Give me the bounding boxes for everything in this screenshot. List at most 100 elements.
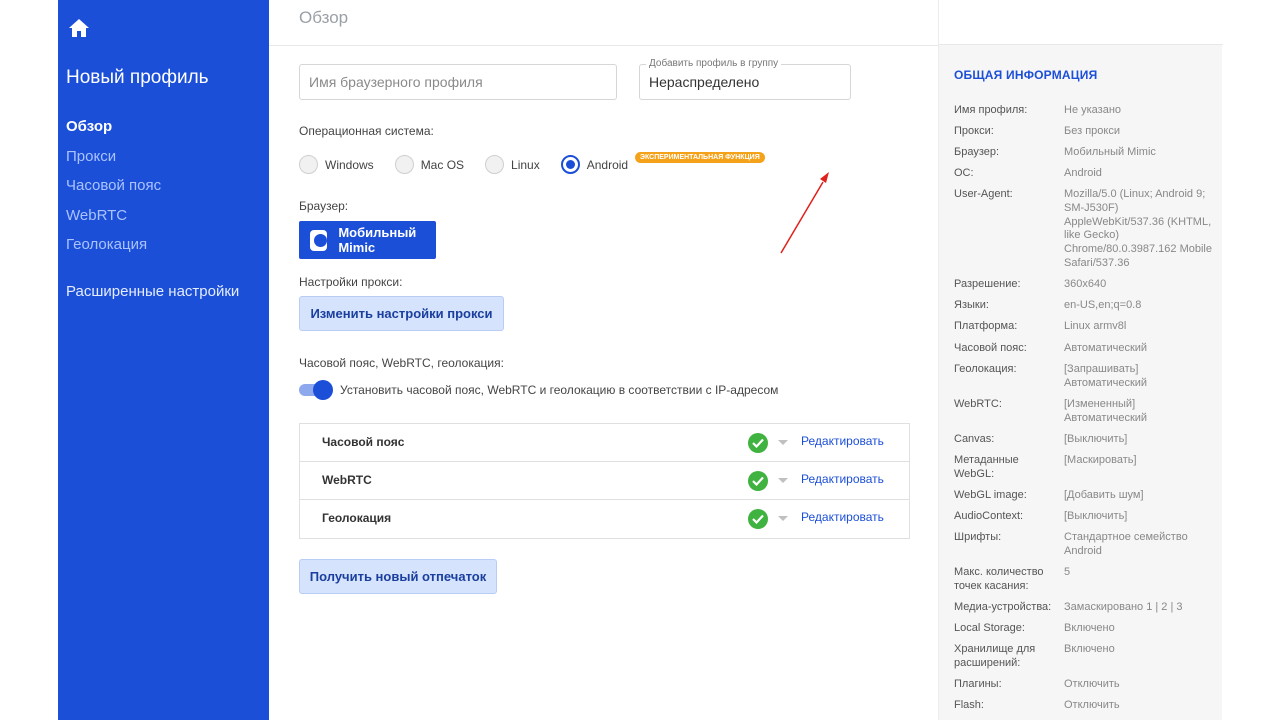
auto-ip-toggle-label: Установить часовой пояс, WebRTC и геолок… bbox=[340, 383, 779, 397]
info-value: 360x640 bbox=[1064, 278, 1107, 290]
radio-circle[interactable] bbox=[485, 155, 505, 174]
info-value: Отключить bbox=[1064, 699, 1120, 711]
radio-circle[interactable] bbox=[394, 155, 414, 174]
info-value: Linux armv8l bbox=[1064, 320, 1127, 332]
sidebar-item-advanced[interactable]: Расширенные настройки bbox=[66, 283, 239, 300]
info-value: [Запрашивать] Автоматический bbox=[1064, 363, 1148, 389]
chevron-down-icon[interactable] bbox=[778, 440, 788, 445]
group-select[interactable]: Добавить профиль в группу bbox=[639, 58, 851, 100]
os-radio-windows[interactable]: Windows bbox=[299, 155, 374, 174]
sidebar: Новый профиль Обзор Прокси Часовой пояс … bbox=[58, 0, 269, 720]
experimental-badge: ЭКСПЕРИМЕНТАЛЬНАЯ ФУНКЦИЯ bbox=[635, 152, 765, 163]
sidebar-title: Новый профиль bbox=[66, 67, 209, 88]
info-value: Стандартное семейство Android bbox=[1064, 531, 1188, 557]
info-value: [Маскировать] bbox=[1064, 454, 1137, 466]
main-panel: Обзор Добавить профиль в группу Операцио… bbox=[269, 0, 1222, 720]
info-key: Flash: bbox=[954, 699, 984, 711]
sidebar-item-timezone[interactable]: Часовой пояс bbox=[66, 176, 161, 206]
radio-label: Windows bbox=[325, 157, 374, 172]
app-window: Новый профиль Обзор Прокси Часовой пояс … bbox=[58, 0, 1223, 720]
info-value: Включено bbox=[1064, 622, 1115, 634]
info-value: Мобильный Mimic bbox=[1064, 146, 1156, 158]
chevron-down-icon[interactable] bbox=[778, 516, 788, 521]
info-key: WebGL image: bbox=[954, 489, 1027, 501]
edit-webrtc-link[interactable]: Редактировать bbox=[801, 472, 884, 486]
info-value: Включено bbox=[1064, 643, 1115, 655]
edit-geolocation-link[interactable]: Редактировать bbox=[801, 510, 884, 524]
table-row: Геолокация Редактировать bbox=[300, 500, 909, 538]
edit-timezone-link[interactable]: Редактировать bbox=[801, 434, 884, 448]
info-panel-header-strip bbox=[939, 0, 1223, 45]
auto-ip-toggle[interactable] bbox=[299, 380, 333, 400]
table-row: WebRTC Редактировать bbox=[300, 462, 909, 500]
info-key: Часовой пояс: bbox=[954, 342, 1027, 354]
check-icon bbox=[748, 433, 768, 453]
sidebar-item-geolocation[interactable]: Геолокация bbox=[66, 235, 161, 265]
group-select-value[interactable] bbox=[640, 65, 850, 99]
info-key: ОС: bbox=[954, 167, 974, 179]
sidebar-item-webrtc[interactable]: WebRTC bbox=[66, 206, 161, 236]
os-radio-android[interactable]: Android bbox=[560, 155, 629, 174]
settings-table: Часовой пояс Редактировать WebRTC Редакт… bbox=[299, 423, 910, 539]
mimic-icon bbox=[310, 229, 328, 251]
proxy-label: Настройки прокси: bbox=[299, 275, 403, 289]
info-key: Хранилище для расширений: bbox=[954, 643, 1036, 669]
info-value: [Выключить] bbox=[1064, 433, 1128, 445]
browser-mimic-button[interactable]: Мобильный Mimic bbox=[299, 221, 436, 259]
row-label: WebRTC bbox=[322, 473, 372, 487]
info-value: [Выключить] bbox=[1064, 510, 1128, 522]
check-icon bbox=[748, 471, 768, 491]
info-key: Разрешение: bbox=[954, 278, 1021, 290]
profile-name-input[interactable] bbox=[300, 65, 616, 99]
edit-proxy-button[interactable]: Изменить настройки прокси bbox=[299, 296, 504, 331]
sidebar-nav: Обзор Прокси Часовой пояс WebRTC Геолока… bbox=[66, 117, 161, 265]
info-key: Метаданные WebGL: bbox=[954, 454, 1019, 480]
info-value: Автоматический bbox=[1064, 342, 1148, 354]
os-label: Операционная система: bbox=[299, 124, 434, 138]
info-key: Платформа: bbox=[954, 320, 1018, 332]
radio-label: Linux bbox=[511, 157, 540, 172]
radio-label: Mac OS bbox=[420, 157, 465, 172]
group-select-label: Добавить профиль в группу bbox=[646, 58, 782, 69]
info-key: User-Agent: bbox=[954, 188, 1013, 200]
radio-circle-checked[interactable] bbox=[560, 155, 580, 174]
info-value: Mozilla/5.0 (Linux; Android 9; SM-J530F)… bbox=[1064, 188, 1212, 269]
radio-circle[interactable] bbox=[299, 155, 318, 174]
os-radio-linux[interactable]: Linux bbox=[485, 155, 540, 174]
info-key: Медиа-устройства: bbox=[954, 601, 1052, 613]
info-key: Шрифты: bbox=[954, 531, 1002, 543]
info-key: WebRTC: bbox=[954, 398, 1002, 410]
info-key: Браузер: bbox=[954, 146, 1000, 158]
check-icon bbox=[748, 509, 768, 529]
sidebar-item-overview[interactable]: Обзор bbox=[66, 117, 161, 147]
new-fingerprint-button[interactable]: Получить новый отпечаток bbox=[299, 559, 497, 594]
page-title: Обзор bbox=[299, 8, 349, 27]
timezone-section-label: Часовой пояс, WebRTC, геолокация: bbox=[299, 356, 504, 370]
info-value: en-US,en;q=0.8 bbox=[1064, 299, 1142, 311]
row-label: Часовой пояс bbox=[322, 435, 405, 449]
info-value: Android bbox=[1064, 167, 1102, 179]
info-value: [Измененный] Автоматический bbox=[1064, 398, 1148, 424]
row-label: Геолокация bbox=[322, 511, 392, 525]
browser-label: Браузер: bbox=[299, 199, 349, 213]
toggle-knob bbox=[313, 380, 333, 400]
info-key: Макс. количество точек касания: bbox=[954, 566, 1044, 592]
browser-button-label: Мобильный Mimic bbox=[338, 225, 417, 255]
info-key: Языки: bbox=[954, 299, 989, 311]
os-radio-macos[interactable]: Mac OS bbox=[394, 155, 465, 174]
info-key: Canvas: bbox=[954, 433, 995, 445]
info-value: Не указано bbox=[1064, 104, 1122, 116]
info-panel: ОБЩАЯ ИНФОРМАЦИЯ Имя профиля: Не указано … bbox=[938, 0, 1223, 720]
info-value: Отключить bbox=[1064, 678, 1120, 690]
info-key: AudioContext: bbox=[954, 510, 1024, 522]
info-key: Local Storage: bbox=[954, 622, 1025, 634]
info-key: Геолокация: bbox=[954, 363, 1017, 375]
info-key: Имя профиля: bbox=[954, 104, 1028, 116]
sidebar-item-proxy[interactable]: Прокси bbox=[66, 147, 161, 177]
profile-name-field[interactable] bbox=[299, 64, 617, 100]
table-row: Часовой пояс Редактировать bbox=[300, 424, 909, 462]
info-title: ОБЩАЯ ИНФОРМАЦИЯ bbox=[954, 68, 1098, 82]
chevron-down-icon[interactable] bbox=[778, 478, 788, 483]
radio-label: Android bbox=[586, 157, 629, 172]
home-icon[interactable] bbox=[67, 16, 91, 40]
